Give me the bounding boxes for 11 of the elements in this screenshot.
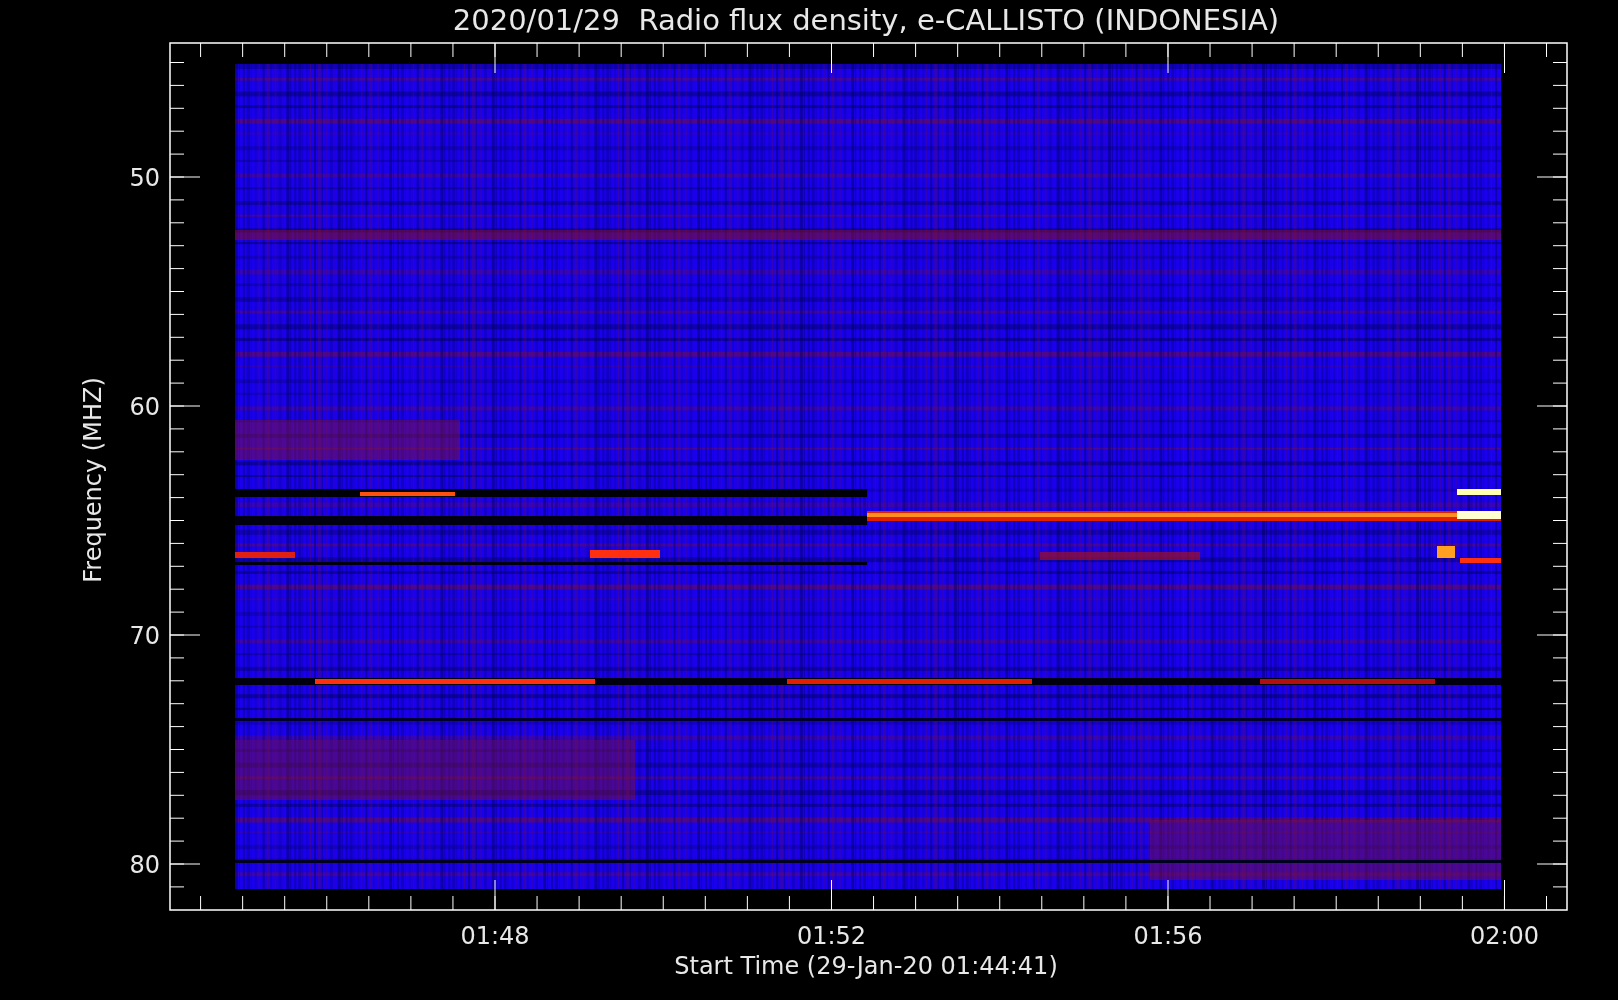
x-tick-label: 01:52: [796, 922, 867, 950]
x-axis-label: Start Time (29-Jan-20 01:44:41): [674, 952, 1058, 980]
plot-title: 2020/01/29 Radio flux density, e-CALLISTO (INDONESIA): [452, 3, 1280, 37]
y-tick-label: 60: [129, 393, 160, 421]
y-tick-label: 80: [129, 851, 160, 879]
x-tick-label: 01:56: [1133, 922, 1203, 950]
y-tick-label: 50: [129, 164, 160, 192]
y-axis-label: Frequency (MHZ): [79, 377, 107, 583]
x-tick-label: 02:00: [1469, 922, 1540, 950]
x-tick-label: 01:48: [460, 922, 530, 950]
y-tick-label: 70: [129, 622, 160, 650]
